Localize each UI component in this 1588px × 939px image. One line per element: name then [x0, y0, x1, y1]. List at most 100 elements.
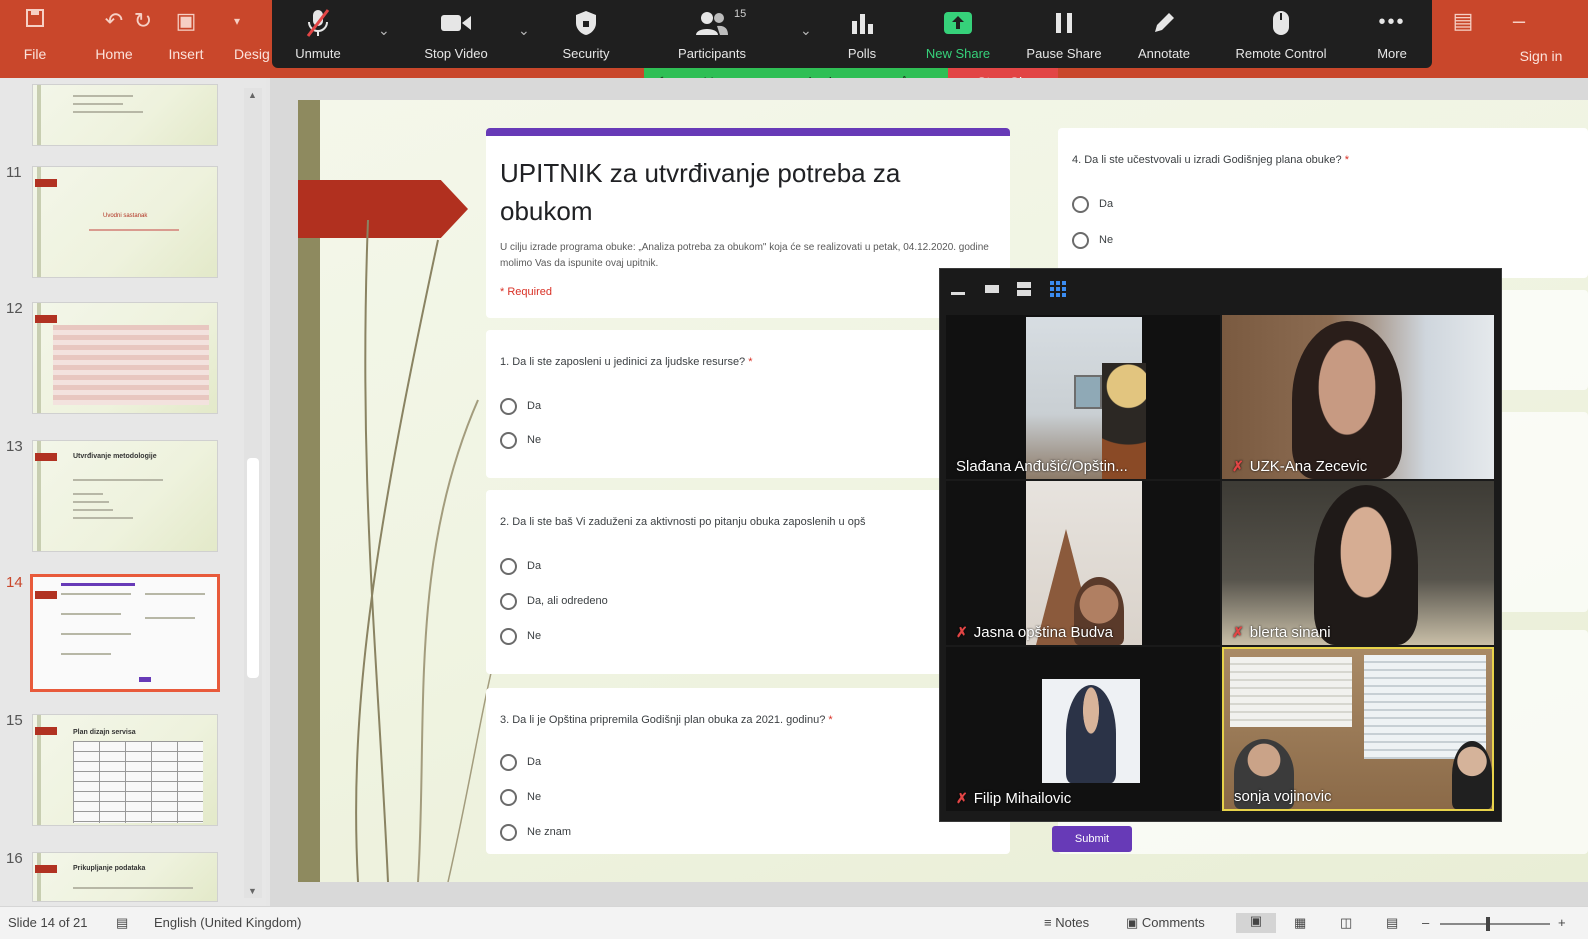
mic-muted-icon: ✗: [1232, 624, 1244, 640]
redo-button[interactable]: ↻: [132, 6, 154, 36]
radio-button[interactable]: [500, 397, 517, 415]
scroll-down-icon[interactable]: ▼: [248, 886, 257, 896]
more-button[interactable]: ••• More: [1342, 6, 1442, 61]
security-button[interactable]: Security: [536, 6, 636, 61]
slide-number: 16: [6, 850, 23, 867]
participant-tile[interactable]: ✗ blerta sinani: [1222, 481, 1494, 645]
participant-name-label: UZK-Ana Zecevic: [1249, 458, 1368, 475]
participant-tile[interactable]: ✗ UZK-Ana Zecevic: [1222, 315, 1494, 479]
radio-button[interactable]: [500, 823, 517, 841]
annotate-button[interactable]: Annotate: [1114, 6, 1214, 61]
thumb-line: [73, 103, 123, 105]
reading-view-icon[interactable]: ◫: [1340, 915, 1352, 931]
mouse-icon: [1222, 6, 1340, 38]
home-tab-label: Home: [95, 46, 133, 62]
mic-muted-icon: ✗: [956, 790, 968, 806]
ribbon-display-button[interactable]: ▤: [1448, 6, 1478, 36]
thumb-line: [73, 517, 133, 519]
submit-button[interactable]: Submit: [1052, 826, 1132, 852]
strip-view-icon[interactable]: [1014, 279, 1034, 299]
slide-thumbnail-10[interactable]: [32, 84, 218, 146]
notes-button[interactable]: ≡ Notes: [1044, 915, 1089, 930]
participants-options-chevron-icon[interactable]: ⌄: [800, 22, 812, 39]
radio-option[interactable]: Da: [1072, 194, 1113, 214]
present-icon: ▣: [175, 8, 197, 33]
slide-thumbnail-15[interactable]: Plan dizajn servisa: [32, 714, 218, 826]
participant-tile[interactable]: Slađana Anđušić/Opštin...: [946, 315, 1220, 479]
radio-option[interactable]: Da: [500, 396, 541, 416]
slideshow-icon[interactable]: ▤: [1386, 915, 1398, 931]
radio-option[interactable]: Ne: [500, 430, 541, 450]
slide-thumbnail-12[interactable]: [32, 302, 218, 414]
radio-button[interactable]: [500, 431, 517, 449]
normal-view-icon[interactable]: ▣: [1236, 913, 1276, 933]
polls-button[interactable]: Polls: [812, 6, 912, 61]
scrollbar-thumb[interactable]: [247, 458, 259, 678]
question-text: 1. Da li ste zaposleni u jedinici za lju…: [500, 356, 990, 368]
pause-icon: [1014, 6, 1114, 38]
file-tab-label: File: [23, 46, 47, 62]
zoom-out-icon[interactable]: –: [1422, 915, 1429, 930]
audio-options-chevron-icon[interactable]: ⌄: [378, 22, 390, 39]
required-star: *: [748, 356, 753, 368]
slide-sorter-icon[interactable]: ▦: [1294, 915, 1306, 931]
radio-option[interactable]: Da: [500, 556, 541, 576]
sign-in-label: Sign in: [1519, 48, 1563, 64]
stop-video-button[interactable]: Stop Video: [406, 6, 506, 61]
language-indicator[interactable]: English (United Kingdom): [154, 915, 301, 930]
slide-thumbnail-14-selected[interactable]: [30, 574, 220, 692]
radio-option[interactable]: Ne znam: [500, 822, 571, 842]
scroll-up-icon[interactable]: ▲: [248, 90, 257, 100]
radio-button[interactable]: [500, 753, 517, 771]
radio-button[interactable]: [500, 592, 517, 610]
participant-tile[interactable]: ✗ Jasna opština Budva: [946, 481, 1220, 645]
save-icon[interactable]: [18, 6, 52, 36]
slide-thumbnail-11[interactable]: Uvodni sastanak: [32, 166, 218, 278]
zoom-slider-thumb[interactable]: [1486, 917, 1490, 931]
radio-option[interactable]: Da: [500, 752, 541, 772]
radio-button[interactable]: [500, 557, 517, 575]
unmute-button[interactable]: Unmute: [268, 6, 368, 61]
radio-button[interactable]: [1072, 231, 1089, 249]
participant-tile[interactable]: ✗ Filip Mihailovic: [946, 647, 1220, 811]
radio-option[interactable]: Da, ali odredeno: [500, 591, 608, 611]
participant-video: [1026, 317, 1146, 479]
status-bar: Slide 14 of 21 ▤ English (United Kingdom…: [0, 906, 1588, 939]
video-options-chevron-icon[interactable]: ⌄: [518, 22, 530, 39]
gallery-view-icon[interactable]: [1048, 279, 1068, 299]
remote-control-label: Remote Control: [1235, 46, 1327, 61]
participants-button[interactable]: Participants: [662, 6, 762, 61]
insert-tab[interactable]: ▣ Insert: [162, 6, 210, 62]
thumbnail-scrollbar[interactable]: ▲ ▼: [244, 88, 262, 898]
zoom-slider[interactable]: [1440, 923, 1550, 925]
file-tab[interactable]: File: [18, 6, 52, 62]
participant-video: [1222, 481, 1494, 645]
slide-thumbnail-16[interactable]: Prikupljanje podataka: [32, 852, 218, 902]
remote-control-button[interactable]: Remote Control: [1222, 6, 1340, 61]
sign-in-link[interactable]: Sign in: [1506, 48, 1576, 64]
minimize-view-icon[interactable]: [948, 279, 968, 299]
pause-share-button[interactable]: Pause Share: [1014, 6, 1114, 61]
comments-button[interactable]: ▣ Comments: [1126, 915, 1205, 931]
minimize-button[interactable]: –: [1504, 6, 1534, 36]
thumb-title: Utvrđivanje metodologije: [73, 453, 157, 460]
new-share-button[interactable]: New Share: [908, 6, 1008, 61]
participant-tile-active-speaker[interactable]: sonja vojinovic: [1222, 647, 1494, 811]
radio-button[interactable]: [1072, 195, 1089, 213]
zoom-meeting-toolbar: Unmute ⌄ Stop Video ⌄ Security Participa…: [272, 0, 1432, 68]
participant-name-label: Filip Mihailovic: [973, 790, 1072, 807]
zoom-in-icon[interactable]: +: [1558, 915, 1566, 930]
slide-thumbnail-13[interactable]: Utvrđivanje metodologije: [32, 440, 218, 552]
form-header-card: UPITNIK za utvrđivanje potreba za obukom…: [486, 128, 1010, 318]
spellcheck-icon[interactable]: ▤: [116, 915, 128, 931]
radio-button[interactable]: [500, 788, 517, 806]
option-label: Ne: [527, 791, 542, 804]
radio-button[interactable]: [500, 627, 517, 645]
question-text: 2. Da li ste baš Vi zaduženi za aktivnos…: [500, 516, 866, 528]
radio-option[interactable]: Ne: [500, 787, 541, 807]
participant-silhouette: [1066, 685, 1116, 783]
radio-option[interactable]: Ne: [500, 626, 541, 646]
zoom-gallery-panel[interactable]: Slađana Anđušić/Opštin... ✗ UZK-Ana Zecev…: [939, 268, 1502, 822]
radio-option[interactable]: Ne: [1072, 230, 1113, 250]
speaker-view-icon[interactable]: [982, 279, 1002, 299]
